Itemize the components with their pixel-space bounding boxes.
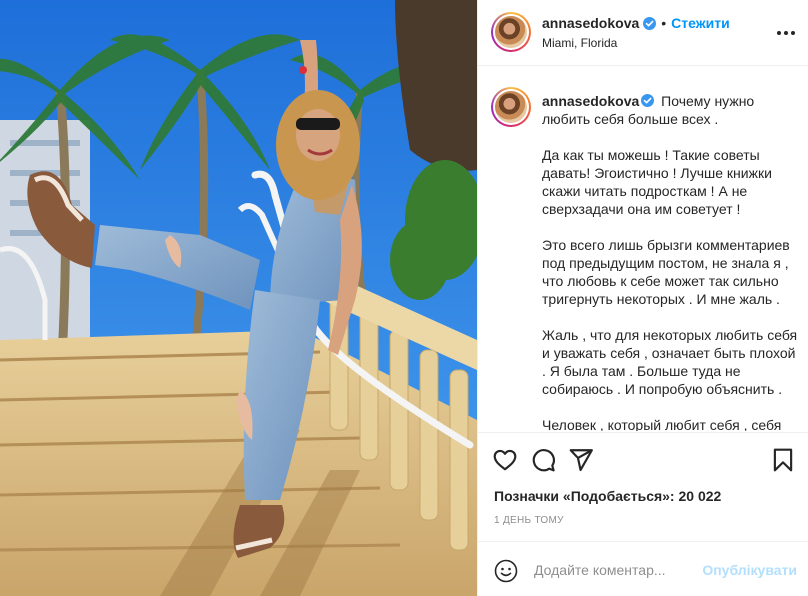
post-image [0, 0, 477, 596]
username-link[interactable]: annasedokova [542, 15, 639, 31]
post-timestamp[interactable]: 1 день тому [494, 515, 564, 526]
location-link[interactable]: Miami, Florida [542, 36, 617, 50]
avatar[interactable] [495, 16, 527, 48]
verified-badge-icon [641, 94, 655, 107]
caption-paragraph: annasedokova Почему нужно любить себя бо… [542, 92, 802, 128]
likes-number: 20 022 [678, 488, 722, 504]
likes-count[interactable]: Позначки «Подобається»: 20 022 [494, 488, 721, 504]
caption-avatar[interactable] [495, 91, 527, 123]
publish-button[interactable]: Опублікувати [702, 562, 797, 578]
follow-button[interactable]: Стежити [671, 15, 730, 31]
heart-icon[interactable] [492, 447, 518, 473]
more-options-icon[interactable] [777, 24, 795, 42]
post-photo[interactable] [0, 0, 477, 596]
comment-bar: Опублікувати [478, 541, 808, 596]
caption-paragraph: Это всего лишь брызги комментариев под п… [542, 237, 790, 307]
caption-text: annasedokova Почему нужно любить себя бо… [542, 92, 802, 431]
bookmark-icon[interactable] [770, 447, 796, 473]
verified-badge-icon [643, 16, 657, 30]
likes-label: Позначки «Подобається»: [494, 488, 675, 504]
caption-paragraph: Жаль , что для некоторых любить себя и у… [542, 327, 798, 397]
comment-input[interactable] [534, 558, 704, 582]
share-icon[interactable] [568, 447, 594, 473]
caption-paragraph: Да как ты можешь ! Такие советы давать! … [542, 147, 772, 217]
caption-area[interactable]: annasedokova Почему нужно любить себя бо… [478, 67, 808, 431]
post-details-panel: annasedokova • Стежити Miami, Florida an… [477, 0, 808, 596]
caption-paragraph: Человек , который любит себя , себя [542, 417, 782, 431]
header-user-line: annasedokova • Стежити [542, 15, 730, 31]
emoji-icon[interactable] [494, 559, 518, 583]
comment-icon[interactable] [530, 447, 556, 473]
action-bar [478, 432, 808, 490]
separator-dot: • [661, 15, 667, 31]
caption-username[interactable]: annasedokova [542, 93, 639, 109]
post-header: annasedokova • Стежити Miami, Florida [478, 0, 808, 66]
